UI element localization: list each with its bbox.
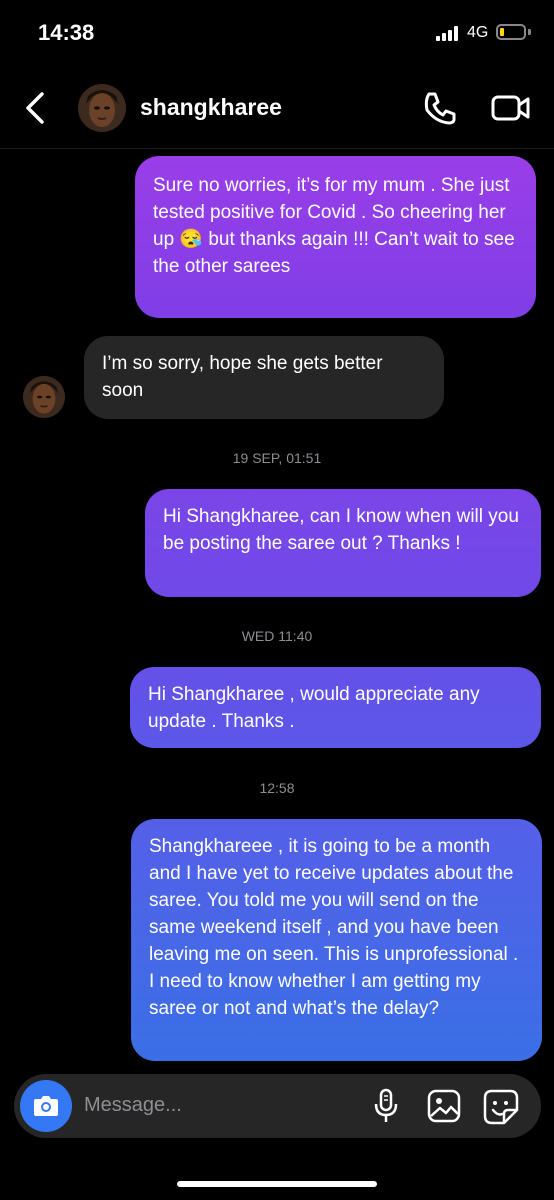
- sticker-icon[interactable]: [482, 1088, 520, 1126]
- message-composer[interactable]: Message...: [14, 1074, 541, 1138]
- message-bubble-sent[interactable]: Shangkhareee , it is going to be a month…: [131, 819, 542, 1061]
- phone-icon[interactable]: [420, 88, 460, 128]
- battery-level-fill: [500, 28, 504, 36]
- message-timestamp: 19 SEP, 01:51: [232, 450, 322, 466]
- battery-icon: [496, 24, 526, 40]
- chat-header: shangkharee: [0, 68, 554, 149]
- video-camera-icon[interactable]: [490, 88, 532, 128]
- status-time: 14:38: [38, 20, 95, 45]
- chat-username[interactable]: shangkharee: [140, 94, 282, 121]
- signal-strength-icon: [436, 25, 460, 41]
- message-input[interactable]: Message...: [84, 1094, 182, 1117]
- status-bar: 14:38 4G: [0, 0, 554, 68]
- message-timestamp: WED 11:40: [241, 628, 313, 644]
- network-type: 4G: [467, 24, 489, 41]
- microphone-icon[interactable]: [372, 1088, 400, 1124]
- message-bubble-sent[interactable]: Hi Shangkharee , would appreciate any up…: [130, 667, 541, 748]
- gallery-icon[interactable]: [426, 1088, 462, 1124]
- battery-tip: [528, 29, 531, 35]
- message-timestamp: 12:58: [259, 780, 295, 796]
- message-bubble-received[interactable]: I’m so sorry, hope she gets better soon: [84, 336, 444, 419]
- camera-button[interactable]: [20, 1080, 72, 1132]
- home-indicator: [177, 1181, 377, 1187]
- message-bubble-sent[interactable]: Sure no worries, it’s for my mum . She j…: [135, 156, 536, 318]
- back-chevron-icon[interactable]: [18, 88, 54, 128]
- sender-avatar[interactable]: [23, 376, 65, 418]
- message-bubble-sent[interactable]: Hi Shangkharee, can I know when will you…: [145, 489, 541, 597]
- camera-icon: [34, 1096, 58, 1116]
- profile-avatar[interactable]: [78, 84, 126, 132]
